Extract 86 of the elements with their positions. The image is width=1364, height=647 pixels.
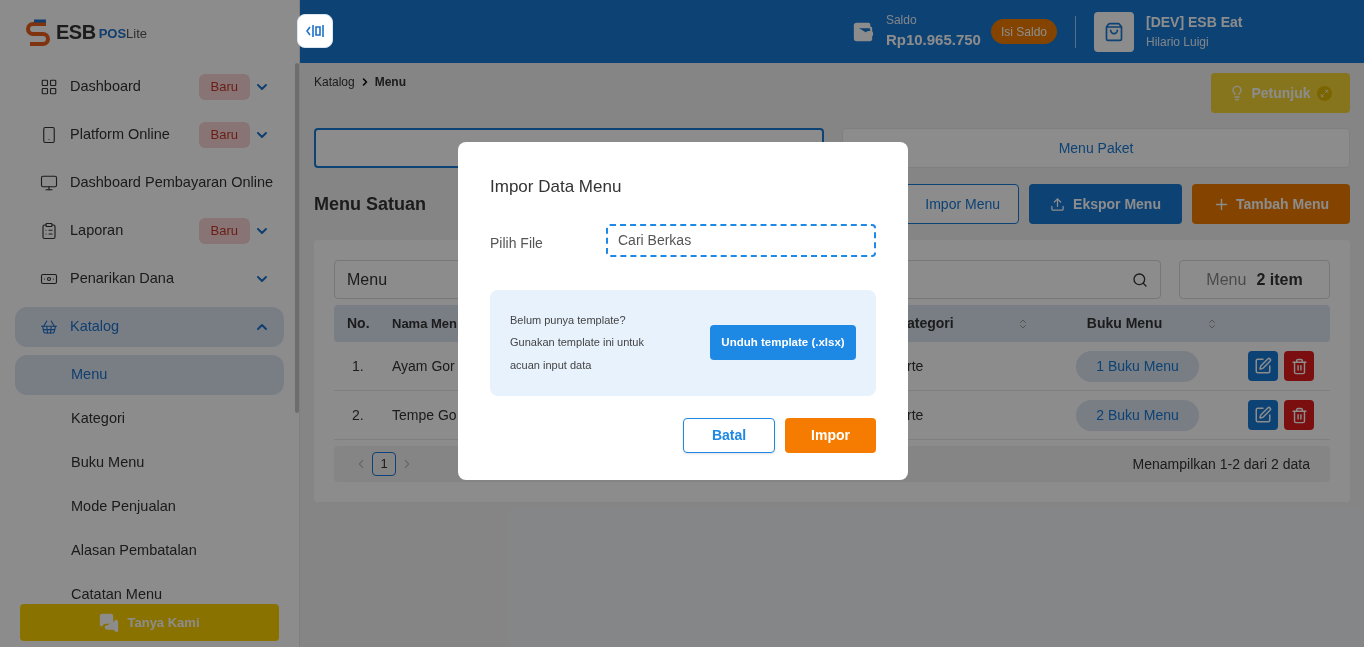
new-badge: Baru [198, 74, 250, 100]
dialog-title: Impor Data Menu [490, 176, 623, 198]
sort-icon [1206, 317, 1218, 330]
wallet-icon [851, 20, 874, 43]
submenu-item[interactable]: Menu [15, 355, 284, 395]
balance-amount: Rp10.965.750 [885, 30, 981, 51]
user-name: Hilario Luigi [1146, 34, 1210, 51]
count-label: Menu [1206, 269, 1247, 290]
submenu-item[interactable]: Mode Penjualan [15, 487, 284, 527]
chat-icon [99, 612, 120, 633]
file-picker-field[interactable]: Cari Berkas [606, 223, 876, 257]
submenu-item[interactable]: Alasan Pembatalan [15, 531, 284, 571]
sidebar-item[interactable]: Dashboard Pembayaran Online [15, 163, 284, 203]
import-button[interactable]: Impor [785, 417, 876, 453]
info-text: acuan input data [510, 357, 593, 373]
clipboard-icon [40, 222, 58, 240]
column-header: Buku Menu [1085, 314, 1164, 333]
sidebar-item[interactable]: Laporan Baru [15, 211, 284, 251]
edit-icon [1254, 357, 1272, 375]
pagination-summary: Menampilkan 1-2 dari 2 data [1132, 454, 1310, 474]
cancel-button[interactable]: Batal [683, 417, 775, 453]
download-template-button[interactable]: Unduh template (.xlsx) [710, 325, 856, 360]
collapse-sidebar-button[interactable] [297, 14, 333, 48]
category-cell-text: rte [907, 356, 925, 376]
menu-name: Ayam Gor [392, 357, 455, 374]
breadcrumb-current: Menu [374, 74, 407, 91]
trash-icon [1290, 406, 1308, 424]
column-header: Nama Men [392, 316, 458, 331]
file-label: Pilih File [490, 233, 544, 253]
count-value: 2 item [1256, 269, 1303, 290]
store-name: [DEV] ESB Eat [1146, 13, 1244, 32]
upload-icon [1050, 196, 1066, 212]
breadcrumb-link[interactable]: Katalog [314, 73, 355, 91]
expand-icon [1316, 85, 1332, 101]
logo-suffix: Lite [126, 24, 148, 43]
phone-icon [40, 126, 58, 144]
collapse-icon [305, 23, 325, 39]
row-number: 2. [351, 405, 365, 425]
sidebar-item[interactable]: Platform Online Baru [15, 115, 284, 155]
new-badge: Baru [198, 122, 250, 148]
submenu-item[interactable]: Buku Menu [15, 443, 284, 483]
sidebar-item[interactable]: Katalog [15, 307, 284, 347]
delete-button[interactable] [1284, 400, 1314, 430]
column-header: ategori [907, 314, 955, 333]
edit-button[interactable] [1248, 400, 1278, 430]
menu-book-pill[interactable]: 1 Buku Menu [1076, 350, 1199, 382]
edit-button[interactable] [1248, 351, 1278, 381]
logo-brand: ESB [56, 19, 96, 45]
page-button[interactable]: 1 [372, 452, 396, 476]
info-text: Belum punya template? [510, 312, 627, 328]
monitor-icon [40, 174, 58, 192]
info-text: Gunakan template ini untuk [510, 335, 644, 351]
column-header: No. [346, 314, 371, 333]
top-up-button[interactable]: Isi Saldo [990, 19, 1057, 44]
sort-icon [1017, 317, 1029, 330]
sidebar-label: Dashboard Pembayaran Online [70, 173, 274, 193]
sidebar-item[interactable]: Penarikan Dana [15, 259, 284, 299]
sidebar-label: Penarikan Dana [70, 269, 175, 289]
logo-icon [24, 17, 52, 46]
sidebar-item[interactable]: Dashboard Baru [15, 67, 284, 107]
submenu-item[interactable]: Kategori [15, 399, 284, 439]
basket-icon [40, 318, 58, 336]
row-number: 1. [351, 356, 365, 376]
menu-book-pill[interactable]: 2 Buku Menu [1076, 399, 1199, 431]
export-menu-button[interactable]: Ekspor Menu [1029, 184, 1182, 224]
menu-name: Tempe Go [392, 406, 457, 423]
search-value: Menu [347, 269, 389, 290]
search-icon [1132, 271, 1148, 288]
add-menu-button[interactable]: Tambah Menu [1192, 184, 1350, 224]
sidebar-label: Dashboard [70, 77, 142, 97]
category-cell-text: rte [907, 405, 925, 425]
sidebar-label: Platform Online [70, 125, 171, 145]
edit-icon [1254, 406, 1272, 424]
bag-icon [1104, 21, 1124, 42]
section-title: Menu Satuan [314, 192, 426, 216]
sidebar-label: Katalog [70, 317, 121, 337]
balance-label: Saldo [885, 12, 918, 30]
new-badge: Baru [198, 218, 250, 244]
trash-icon [1290, 357, 1308, 375]
file-placeholder: Cari Berkas [618, 230, 692, 250]
tab[interactable]: Menu Paket [842, 128, 1350, 168]
delete-button[interactable] [1284, 351, 1314, 381]
submenu-item[interactable]: Catatan Menu [15, 575, 284, 604]
grid-icon [40, 78, 58, 96]
sidebar-label: Laporan [70, 221, 125, 241]
logo-product: POS [98, 24, 127, 43]
